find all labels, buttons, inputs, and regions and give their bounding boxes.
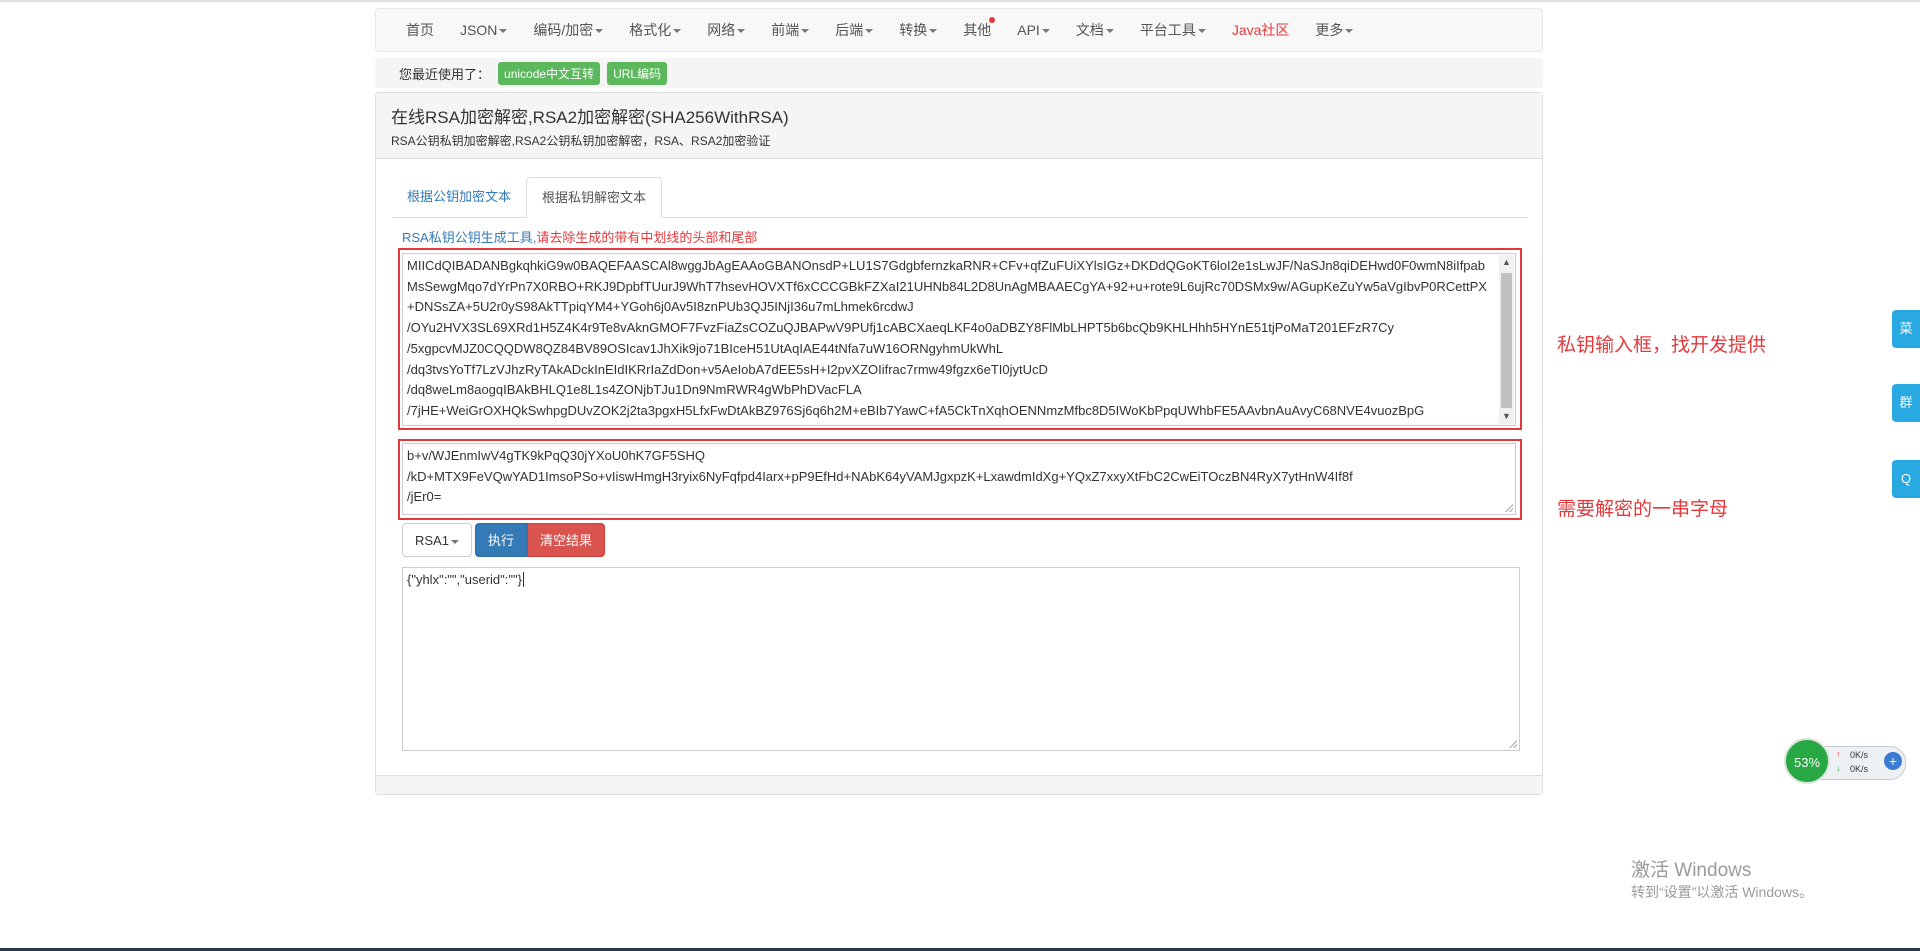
nav-item-label: 网络 <box>707 22 736 38</box>
top-navbar: 首页 JSON 编码/加密 格式化 网络 前端 后端 转换 其他 API 文档 平台工具 Java社区 更… <box>375 8 1543 52</box>
cipher-text: b+v/WJEnmIwV4gTK9kPqQ30jYXoU0hK7GF5SHQ /… <box>407 448 1353 505</box>
nav-item-5[interactable]: 前端 <box>758 20 822 40</box>
chevron-down-icon <box>929 29 938 34</box>
keygen-link-line: RSA私钥公钥生成工具,请去除生成的带有中划线的头部和尾部 <box>402 227 757 246</box>
network-speed-widget[interactable]: 53% ↑ 0K/s ↓ 0K/s + <box>1784 738 1908 786</box>
upload-speed: 0K/s <box>1850 750 1869 760</box>
float-tab-qq[interactable]: Q <box>1892 460 1920 498</box>
resize-handle-icon[interactable] <box>1505 504 1513 512</box>
nav-item-11[interactable]: 平台工具 <box>1127 20 1219 40</box>
algorithm-select[interactable]: RSA1 <box>402 523 472 557</box>
chevron-down-icon <box>801 29 810 34</box>
recent-tag-url[interactable]: URL编码 <box>607 61 668 85</box>
result-text: {"yhlx":"","userid":""} <box>407 572 522 587</box>
private-key-input[interactable]: MIICdQIBADANBgkqhkiG9w0BAQEFAASCAl8wggJb… <box>402 253 1516 426</box>
action-buttons: RSA1 执行 清空结果 <box>402 523 605 557</box>
nav-item-0[interactable]: 首页 <box>393 20 447 40</box>
nav-item-label: 更多 <box>1315 22 1344 38</box>
recent-tag-unicode[interactable]: unicode中文互转 <box>498 61 601 85</box>
nav-item-label: 平台工具 <box>1139 22 1196 38</box>
nav-item-label: 后端 <box>835 22 864 38</box>
activation-watermark-subtitle: 转到“设置”以激活 Windows。 <box>1631 884 1814 900</box>
nav-item-12[interactable]: Java社区 <box>1219 20 1303 40</box>
chevron-down-icon <box>1197 29 1206 34</box>
resize-handle-icon[interactable] <box>1509 740 1517 748</box>
keygen-link[interactable]: RSA私钥公钥生成工具, <box>402 230 536 245</box>
nav-item-7[interactable]: 转换 <box>886 20 950 40</box>
annotation-note-private-key: 私钥输入框，找开发提供 <box>1557 335 1767 356</box>
nav-item-label: JSON <box>460 22 498 38</box>
nav-item-4[interactable]: 网络 <box>694 20 758 40</box>
scroll-up-icon[interactable]: ▲ <box>1499 255 1514 270</box>
result-output[interactable]: {"yhlx":"","userid":""} <box>402 567 1520 751</box>
chevron-down-icon <box>1041 29 1050 34</box>
plus-icon[interactable]: + <box>1884 752 1902 770</box>
memory-percent: 53% <box>1784 738 1830 784</box>
notification-dot-icon <box>989 17 996 23</box>
nav-item-8[interactable]: 其他 <box>950 17 1004 40</box>
tab-encrypt[interactable]: 根据公钥加密文本 <box>392 177 526 217</box>
top-border <box>0 0 1920 2</box>
page-subtitle: RSA公钥私钥加密解密,RSA2公钥私钥加密解密，RSA、RSA2加密验证 <box>391 134 771 148</box>
chevron-down-icon <box>865 29 874 34</box>
nav-item-label: 格式化 <box>629 22 672 38</box>
chevron-down-icon <box>595 29 604 34</box>
nav-item-1[interactable]: JSON <box>447 22 520 38</box>
upload-arrow-icon: ↑ <box>1836 749 1841 759</box>
private-key-text: MIICdQIBADANBgkqhkiG9w0BAQEFAASCAl8wggJb… <box>407 258 1487 418</box>
nav-item-label: API <box>1017 22 1040 38</box>
chevron-down-icon <box>1345 29 1354 34</box>
nav-item-label: 前端 <box>771 22 800 38</box>
keygen-warning: 请去除生成的带有中划线的头部和尾部 <box>536 230 758 245</box>
nav-item-label: 首页 <box>406 22 434 38</box>
chevron-down-icon <box>499 29 508 34</box>
algorithm-value: RSA1 <box>415 533 449 548</box>
nav-item-2[interactable]: 编码/加密 <box>520 20 616 40</box>
nav-item-label: 编码/加密 <box>533 22 594 38</box>
panel-footer <box>376 775 1542 794</box>
nav-item-6[interactable]: 后端 <box>822 20 886 40</box>
activation-watermark-title: 激活 Windows <box>1631 860 1752 881</box>
nav-menu: 首页 JSON 编码/加密 格式化 网络 前端 后端 转换 其他 API 文档 平台工具 Java社区 更… <box>376 9 1542 51</box>
panel-heading: 在线RSA加密解密,RSA2加密解密(SHA256WithRSA) RSA公钥私… <box>376 93 1542 159</box>
private-key-scrollbar[interactable]: ▲ ▼ <box>1499 255 1514 424</box>
tab-decrypt[interactable]: 根据私钥解密文本 <box>526 177 663 218</box>
scroll-down-icon[interactable]: ▼ <box>1499 409 1514 424</box>
float-tab-group[interactable]: 群 <box>1892 384 1920 422</box>
annotation-note-cipher: 需要解密的一串字母 <box>1557 499 1729 520</box>
chevron-down-icon <box>737 29 746 34</box>
scroll-thumb[interactable] <box>1501 273 1512 408</box>
recent-tools-bar: 您最近使用了： unicode中文互转 URL编码 <box>375 58 1543 88</box>
chevron-down-icon <box>673 29 682 34</box>
tab-bar: 根据公钥加密文本 根据私钥解密文本 <box>392 173 1528 218</box>
nav-item-label: Java社区 <box>1231 22 1290 38</box>
page-title: 在线RSA加密解密,RSA2加密解密(SHA256WithRSA) <box>391 108 789 127</box>
nav-item-3[interactable]: 格式化 <box>616 20 694 40</box>
nav-item-label: 转换 <box>899 22 928 38</box>
run-button[interactable]: 执行 <box>474 523 527 557</box>
rsa-panel: 在线RSA加密解密,RSA2加密解密(SHA256WithRSA) RSA公钥私… <box>375 92 1543 795</box>
chevron-down-icon <box>450 539 459 544</box>
nav-item-label: 其他 <box>963 22 992 38</box>
nav-item-13[interactable]: 更多 <box>1302 20 1366 40</box>
nav-item-9[interactable]: API <box>1004 22 1063 38</box>
cipher-input[interactable]: b+v/WJEnmIwV4gTK9kPqQ30jYXoU0hK7GF5SHQ /… <box>402 443 1516 515</box>
text-cursor <box>522 572 524 587</box>
download-speed: 0K/s <box>1850 764 1869 774</box>
recent-label: 您最近使用了： <box>399 66 491 82</box>
download-arrow-icon: ↓ <box>1836 763 1841 773</box>
chevron-down-icon <box>1105 29 1114 34</box>
clear-button[interactable]: 清空结果 <box>526 523 605 557</box>
nav-item-10[interactable]: 文档 <box>1063 20 1127 40</box>
float-tab-menu[interactable]: 菜 <box>1892 310 1920 348</box>
nav-item-label: 文档 <box>1075 22 1104 38</box>
